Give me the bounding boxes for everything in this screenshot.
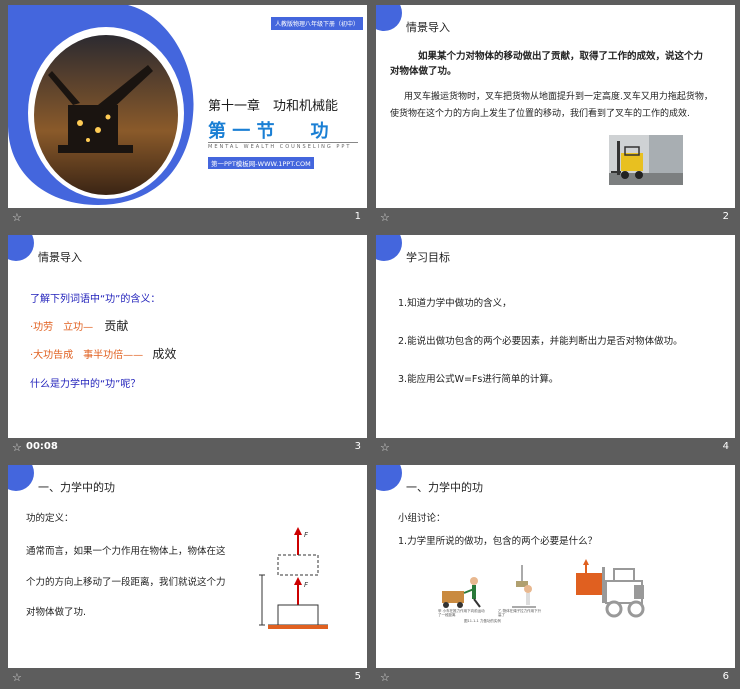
slide-heading: 学习目标 — [406, 251, 450, 264]
definition-label: 功的定义： — [26, 513, 74, 524]
goal-3: 3.能应用公式W=Fs进行简单的计算。 — [398, 374, 559, 385]
slide-1[interactable]: 人教版物理八年级下册（初中） 第十一章 功和机械能 第 一 节 功 MENTAL… — [8, 5, 367, 208]
slide-number: 2 — [722, 211, 729, 222]
forklift-paragraph: 用叉车搬运货物时，叉车把货物从地面提升到一定高度.叉车又用力拖起货物，使货物在这… — [390, 92, 713, 119]
cover-blob — [8, 5, 194, 205]
elapsed-time: 00:08 — [26, 441, 58, 452]
intro-line: 了解下列词语中“功”的含义： — [30, 294, 161, 305]
caption-2: 乙 物体在绳子拉力作用下升高了 — [498, 609, 542, 617]
goal-2: 2.能说出做功包含的两个必要因素，并能判断出力是否对物体做功。 — [398, 336, 683, 347]
accent-dot — [8, 465, 34, 491]
caption-3: 图11.1-1 力做功的实例 — [464, 619, 501, 623]
slide-2[interactable]: 情景导入 如果某个力对物体的移动做出了贡献，取得了工作的成效，说这个力对物体做了… — [376, 5, 735, 208]
slide-3[interactable]: 情景导入 了解下列词语中“功”的含义： ·功劳 立功— 贡献 ·大功告成 事半功… — [8, 235, 367, 438]
svg-text:F: F — [304, 531, 309, 539]
item-1-label: ·功劳 立功— — [30, 322, 94, 333]
accent-dot — [8, 235, 34, 261]
slide-6-bar: ☆ 6 — [376, 668, 735, 689]
accent-dot — [376, 235, 402, 261]
slide-1-bar: ☆ 1 — [8, 208, 367, 229]
chapter-title: 第十一章 功和机械能 — [208, 99, 339, 114]
star-icon: ☆ — [380, 211, 390, 224]
caption-1: 甲 小车在推力作用下向前运动了一段距离 — [438, 609, 485, 617]
item-1: ·功劳 立功— 贡献 — [30, 317, 128, 334]
definition-paragraph: 如果某个力对物体的移动做出了贡献，取得了工作的成效，说这个力对物体做了功。 — [390, 51, 704, 77]
slide-number: 5 — [354, 671, 361, 682]
slide-5-bar: ☆ 5 — [8, 668, 367, 689]
accent-dot — [376, 465, 402, 491]
site-label: 第一PPT模板网-WWW.1PPT.COM — [208, 157, 314, 169]
star-icon: ☆ — [12, 211, 22, 224]
slide-6[interactable]: 一、力学中的功 小组讨论： 1.力学里所说的做功，包含的两个必要是什么？ 甲 小… — [376, 465, 735, 668]
section-title: 第 一 节 功 — [208, 121, 329, 142]
english-subtitle: MENTAL WEALTH COUNSELING PPT — [208, 144, 352, 150]
svg-text:F: F — [304, 581, 309, 589]
ribbon: 人教版物理八年级下册（初中） — [270, 17, 363, 30]
item-2-label: ·大功告成 事半功倍—— — [30, 350, 144, 361]
slide-3-bar: ☆ 00:08 3 — [8, 438, 367, 459]
slide-number: 1 — [354, 211, 361, 222]
star-icon: ☆ — [380, 671, 390, 684]
slide-number: 4 — [722, 441, 729, 452]
discussion-label: 小组讨论： — [398, 513, 446, 524]
force-displacement-diagram: F F — [259, 527, 328, 629]
question-line: 什么是力学中的“功”呢？ — [30, 379, 141, 390]
cart-push-figure — [442, 577, 481, 608]
definition-line-2: 个力的方向上移动了一段距离，我们就说这个力 — [26, 577, 226, 588]
slide-heading: 一、力学中的功 — [406, 481, 483, 494]
slide-2-bar: ☆ 2 — [376, 208, 735, 229]
slide-4[interactable]: 学习目标 1.知道力学中做功的含义， 2.能说出做功包含的两个必要因素，并能判断… — [376, 235, 735, 438]
slide-number: 3 — [354, 441, 361, 452]
item-2-answer: 成效 — [152, 347, 177, 361]
slide-heading: 情景导入 — [38, 251, 82, 264]
slide-heading: 情景导入 — [406, 21, 450, 34]
definition-line-1: 通常而言，如果一个力作用在物体上，物体在这 — [26, 546, 226, 557]
star-icon: ☆ — [12, 671, 22, 684]
item-2: ·大功告成 事半功倍—— 成效 — [30, 345, 176, 362]
goal-1: 1.知道力学中做功的含义， — [398, 298, 512, 309]
forklift-diagram — [576, 559, 645, 618]
slide-heading: 一、力学中的功 — [38, 481, 115, 494]
definition-line-3: 对物体做了功. — [26, 607, 87, 618]
discussion-question: 1.力学里所说的做功，包含的两个必要是什么？ — [398, 536, 598, 547]
slide-number: 6 — [722, 671, 729, 682]
divider — [208, 142, 358, 143]
accent-dot — [376, 5, 402, 31]
forklift-photo — [609, 135, 683, 185]
slide-5[interactable]: 一、力学中的功 功的定义： 通常而言，如果一个力作用在物体上，物体在这 个力的方… — [8, 465, 367, 668]
lift-figure — [512, 565, 536, 608]
slide-4-bar: ☆ 4 — [376, 438, 735, 459]
star-icon: ☆ — [12, 441, 22, 454]
item-1-answer: 贡献 — [104, 319, 129, 333]
star-icon: ☆ — [380, 441, 390, 454]
